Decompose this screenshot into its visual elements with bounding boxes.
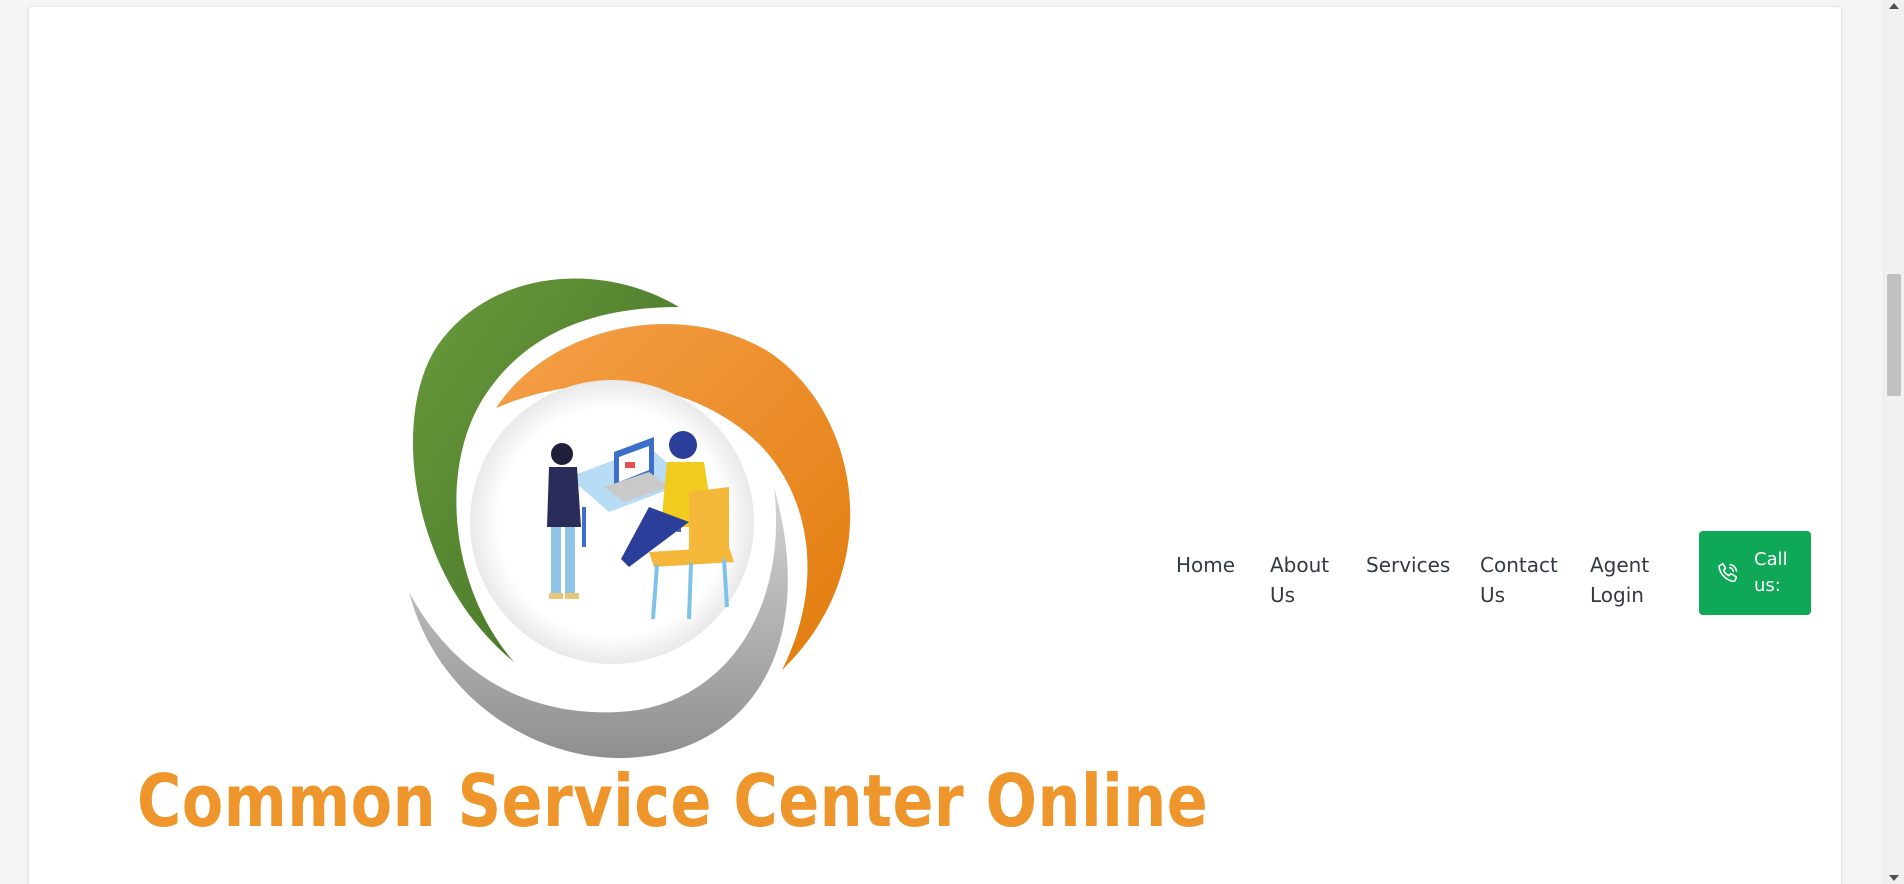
call-us-label: Call us: [1754,547,1794,599]
nav-about-label-2: Us [1270,583,1296,607]
vertical-scrollbar[interactable] [1883,0,1904,884]
main-nav: Home About Us Services Contact Us Agent … [1176,550,1680,610]
nav-home-label: Home [1176,553,1236,577]
site-logo[interactable]: Common Service Center Online [29,7,1208,884]
nav-about-label-1: About [1270,553,1330,577]
page-viewport: Common Service Center Online Home About … [0,0,1884,884]
nav-services-label: Services [1366,553,1451,577]
nav-agent-label-2: Login [1590,583,1644,607]
scroll-up-arrow-icon[interactable] [1889,3,1899,9]
nav-agent-login[interactable]: Agent Login [1590,550,1680,610]
scrollbar-thumb[interactable] [1887,274,1901,396]
nav-services[interactable]: Services [1366,550,1480,580]
nav-contact-label-1: Contact [1480,553,1558,577]
logo-wordmark: Common Service Center Online [137,759,1209,843]
nav-contact-us[interactable]: Contact Us [1480,550,1590,610]
call-label-1: Call [1754,549,1788,570]
nav-contact-label-2: Us [1480,583,1506,607]
nav-about-us[interactable]: About Us [1270,550,1366,610]
site-header: Common Service Center Online [28,6,1842,884]
scroll-down-arrow-icon[interactable] [1889,875,1899,881]
logo-emblem-icon [409,278,851,759]
phone-icon [1718,562,1738,583]
call-us-button[interactable]: Call us: [1699,531,1811,615]
call-label-2: us: [1754,575,1781,596]
nav-home[interactable]: Home [1176,550,1270,580]
nav-agent-label-1: Agent [1590,553,1650,577]
